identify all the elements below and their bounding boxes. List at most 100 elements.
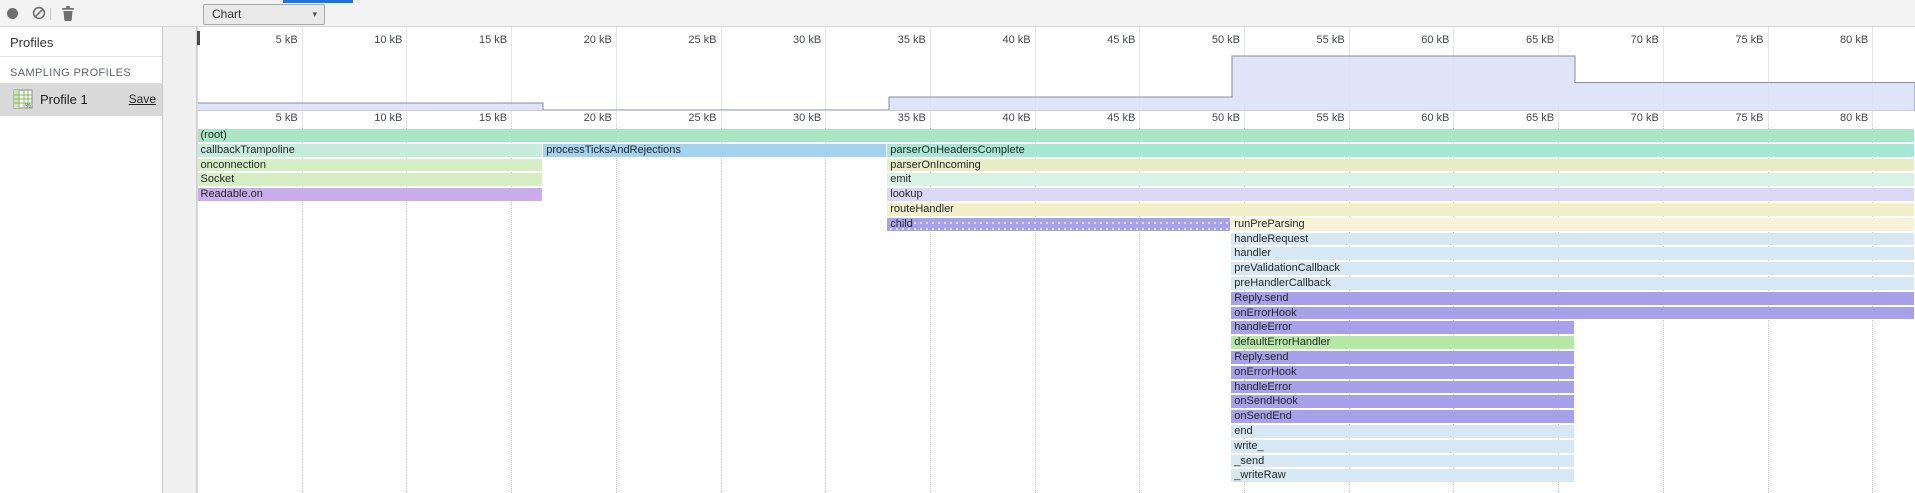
save-link[interactable]: Save (129, 92, 156, 106)
flame-frame[interactable]: (root) (198, 129, 1915, 142)
heap-profiler-app: 5 kB5 kB10 kB10 kB15 kB15 kB20 kB20 kB25… (0, 0, 1915, 493)
sampling-profiles-header: SAMPLING PROFILES (0, 57, 162, 83)
flame-frame[interactable]: lookup (887, 188, 1914, 201)
flame-gridline (721, 126, 722, 493)
axis-tick-label: 75 kB (1735, 112, 1763, 124)
axis-tick-label: 55 kB (1317, 112, 1345, 124)
axis-tick-label: 70 kB (1631, 34, 1659, 46)
axis-tick-label: 50 kB (1212, 34, 1240, 46)
overview-gridline (1768, 27, 1769, 126)
overview-gridline (1244, 27, 1245, 126)
axis-tick-label: 5 kB (276, 34, 298, 46)
axis-tick-label: 5 kB (276, 112, 298, 124)
flame-frame[interactable]: write_ (1231, 440, 1573, 453)
axis-tick-label: 55 kB (1317, 34, 1345, 46)
flame-frame[interactable]: preValidationCallback (1231, 262, 1914, 275)
flame-frame[interactable]: onconnection (198, 159, 542, 172)
flame-frame[interactable]: _send (1231, 455, 1573, 468)
axis-tick-label: 40 kB (1002, 34, 1030, 46)
axis-tick-label: 35 kB (898, 34, 926, 46)
flame-frame[interactable]: onSendHook (1231, 395, 1573, 408)
flame-frame[interactable]: _writeRaw (1231, 469, 1573, 482)
flame-frame[interactable]: end (1231, 425, 1573, 438)
flame-frame[interactable]: Readable.on (198, 188, 542, 201)
flame-frame[interactable]: parserOnHeadersComplete (887, 144, 1914, 157)
axis-tick-label: 30 kB (793, 112, 821, 124)
axis-tick-label: 25 kB (688, 34, 716, 46)
axis-tick-label: 70 kB (1631, 112, 1659, 124)
overview-gridline (616, 27, 617, 126)
active-tab-indicator (283, 0, 353, 3)
axis-tick-label: 75 kB (1735, 34, 1763, 46)
flame-frame[interactable]: onErrorHook (1231, 366, 1573, 379)
axis-tick-label: 35 kB (898, 112, 926, 124)
flame-frame[interactable]: onErrorHook (1231, 307, 1914, 320)
flame-frame[interactable]: onSendEnd (1231, 410, 1573, 423)
axis-tick-label: 25 kB (688, 112, 716, 124)
flame-frame[interactable]: Reply.send (1231, 292, 1914, 305)
flame-frame[interactable]: callbackTrampoline (198, 144, 542, 157)
axis-tick-label: 60 kB (1421, 112, 1449, 124)
overview-drag-handle[interactable] (197, 31, 200, 45)
axis-tick-label: 40 kB (1002, 112, 1030, 124)
flame-frame[interactable]: routeHandler (887, 203, 1914, 216)
overview-gridline (511, 27, 512, 126)
delete-profile-button[interactable] (55, 0, 81, 27)
flame-frame[interactable]: handleRequest (1231, 233, 1914, 246)
axis-tick-label: 45 kB (1107, 112, 1135, 124)
flame-frame[interactable]: handler (1231, 247, 1914, 260)
axis-tick-label: 80 kB (1840, 112, 1868, 124)
chevron-down-icon: ▾ (312, 5, 317, 24)
toolbar-separator (50, 8, 51, 20)
overview-gridline (1663, 27, 1664, 126)
overview-gridline (406, 27, 407, 126)
flame-frame[interactable]: handleError (1231, 381, 1573, 394)
sidebar-title: Profiles (0, 27, 162, 56)
overview-gridline (930, 27, 931, 126)
chart-left-border (197, 27, 198, 493)
clear-icon (32, 6, 46, 20)
axis-tick-label: 50 kB (1212, 112, 1240, 124)
flame-frame[interactable]: parserOnIncoming (887, 159, 1914, 172)
flame-frame[interactable]: preHandlerCallback (1231, 277, 1914, 290)
overview-gridline (1139, 27, 1140, 126)
axis-tick-label: 65 kB (1526, 112, 1554, 124)
flame-gridline (825, 126, 826, 493)
flame-frame[interactable]: runPreParsing (1231, 218, 1914, 231)
flame-frame[interactable]: emit (887, 173, 1914, 186)
clear-button[interactable] (26, 0, 52, 27)
axis-tick-label: 20 kB (584, 112, 612, 124)
overview-gridline (302, 27, 303, 126)
axis-tick-label: 65 kB (1526, 34, 1554, 46)
sidebar-resize-gutter[interactable] (163, 27, 197, 493)
view-mode-value: Chart (212, 7, 241, 21)
profile-list-item[interactable]: % Profile 1 Save (0, 83, 162, 116)
record-button[interactable] (0, 0, 26, 27)
flame-frame[interactable]: child (887, 218, 1230, 231)
overview-gridline (1872, 27, 1873, 126)
svg-text:%: % (25, 103, 31, 109)
overview-gridline (825, 27, 826, 126)
overview-gridline (1453, 27, 1454, 126)
overview-gridline (1558, 27, 1559, 126)
flame-chart-pane: 5 kB5 kB10 kB10 kB15 kB15 kB20 kB20 kB25… (0, 0, 1915, 493)
flame-gridline (616, 126, 617, 493)
axis-tick-label: 15 kB (479, 112, 507, 124)
flame-frame[interactable]: processTicksAndRejections (543, 144, 886, 157)
axis-tick-label: 45 kB (1107, 34, 1135, 46)
axis-tick-label: 60 kB (1421, 34, 1449, 46)
flame-frame[interactable]: handleError (1231, 321, 1573, 334)
flame-frame[interactable]: Reply.send (1231, 351, 1573, 364)
overview-gridline (721, 27, 722, 126)
overview-baseline (197, 110, 1915, 111)
profile-name: Profile 1 (40, 92, 88, 107)
flame-frame[interactable]: defaultErrorHandler (1231, 336, 1573, 349)
overview-gridline (1035, 27, 1036, 126)
flame-frame[interactable]: Socket (198, 173, 542, 186)
trash-icon (61, 6, 75, 21)
view-mode-select[interactable]: Chart ▾ (203, 4, 325, 25)
axis-tick-label: 15 kB (479, 34, 507, 46)
axis-tick-label: 80 kB (1840, 34, 1868, 46)
profile-icon: % (13, 89, 33, 109)
axis-tick-label: 20 kB (584, 34, 612, 46)
